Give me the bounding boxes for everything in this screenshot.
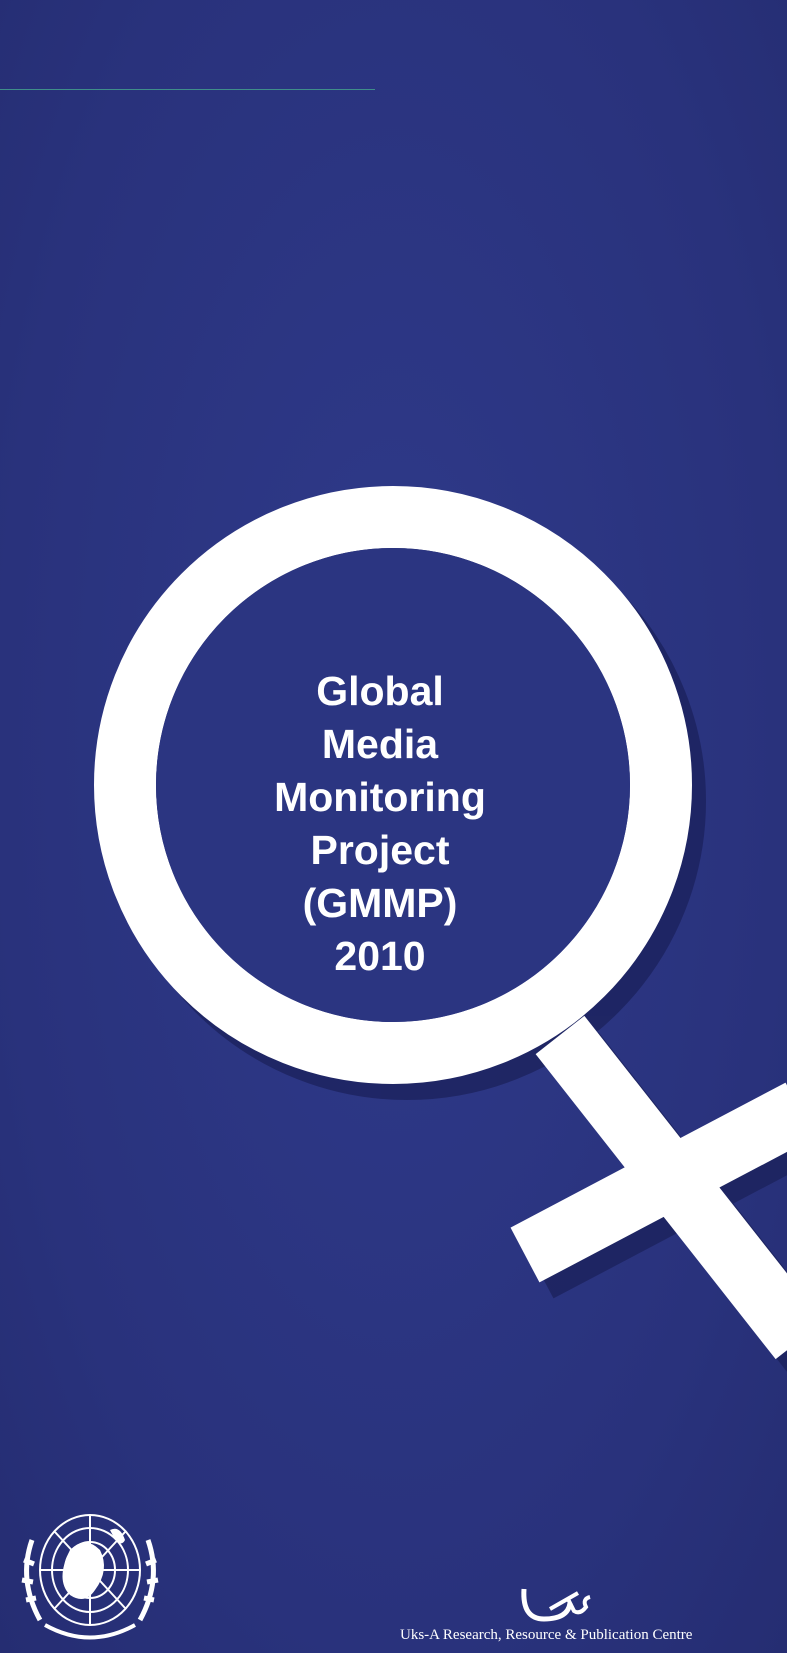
uks-logo (521, 1588, 591, 1622)
title-line: 2010 (334, 933, 426, 979)
un-emblem-icon (21, 1514, 159, 1640)
title-line: (GMMP) (302, 880, 458, 926)
organization-name: Uks-A Research, Resource & Publication C… (400, 1627, 693, 1643)
title-line: Project (310, 827, 450, 873)
title-line: Monitoring (274, 774, 486, 820)
title-line: Global (316, 668, 444, 714)
title-line: Media (321, 721, 439, 767)
cover-title: Global Media Monitoring Project (GMMP) 2… (230, 665, 530, 983)
